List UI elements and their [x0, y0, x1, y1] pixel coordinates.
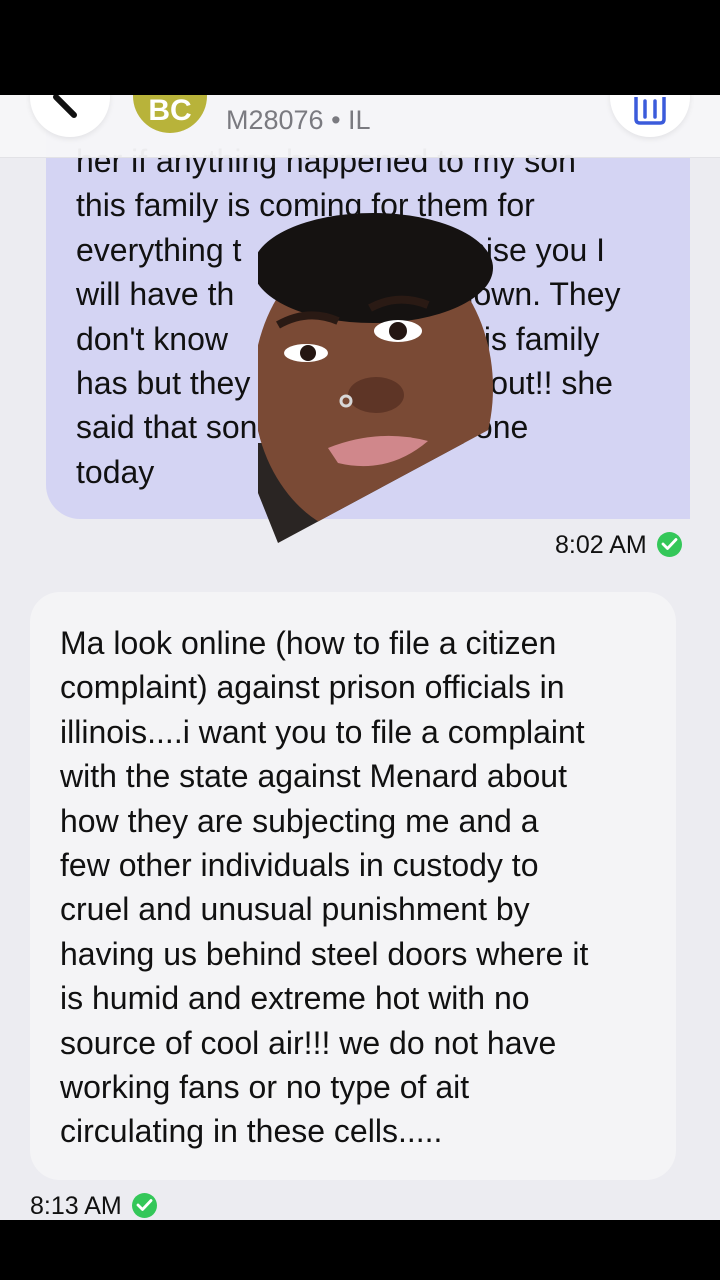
incoming-message-status: 8:13 AM [30, 1192, 157, 1220]
delete-button[interactable] [610, 95, 690, 137]
message-timestamp: 8:02 AM [555, 531, 647, 559]
conversation-header: BC M28076 • IL [0, 95, 720, 158]
contact-avatar[interactable]: BC [133, 95, 207, 133]
message-timestamp: 8:13 AM [30, 1192, 122, 1220]
contact-subtitle: M28076 • IL [226, 105, 371, 135]
chevron-left-icon [53, 95, 77, 118]
video-overlay-face [258, 213, 520, 543]
conversation-screen: her if anything happened to my son this … [0, 95, 720, 1220]
trash-icon [634, 97, 666, 125]
outgoing-message-status: 8:02 AM [555, 531, 682, 560]
back-button[interactable] [30, 95, 110, 137]
incoming-message-text: Ma look online (how to file a citizen co… [60, 625, 589, 1150]
check-circle-icon [131, 1193, 157, 1218]
check-circle-icon [656, 532, 682, 557]
